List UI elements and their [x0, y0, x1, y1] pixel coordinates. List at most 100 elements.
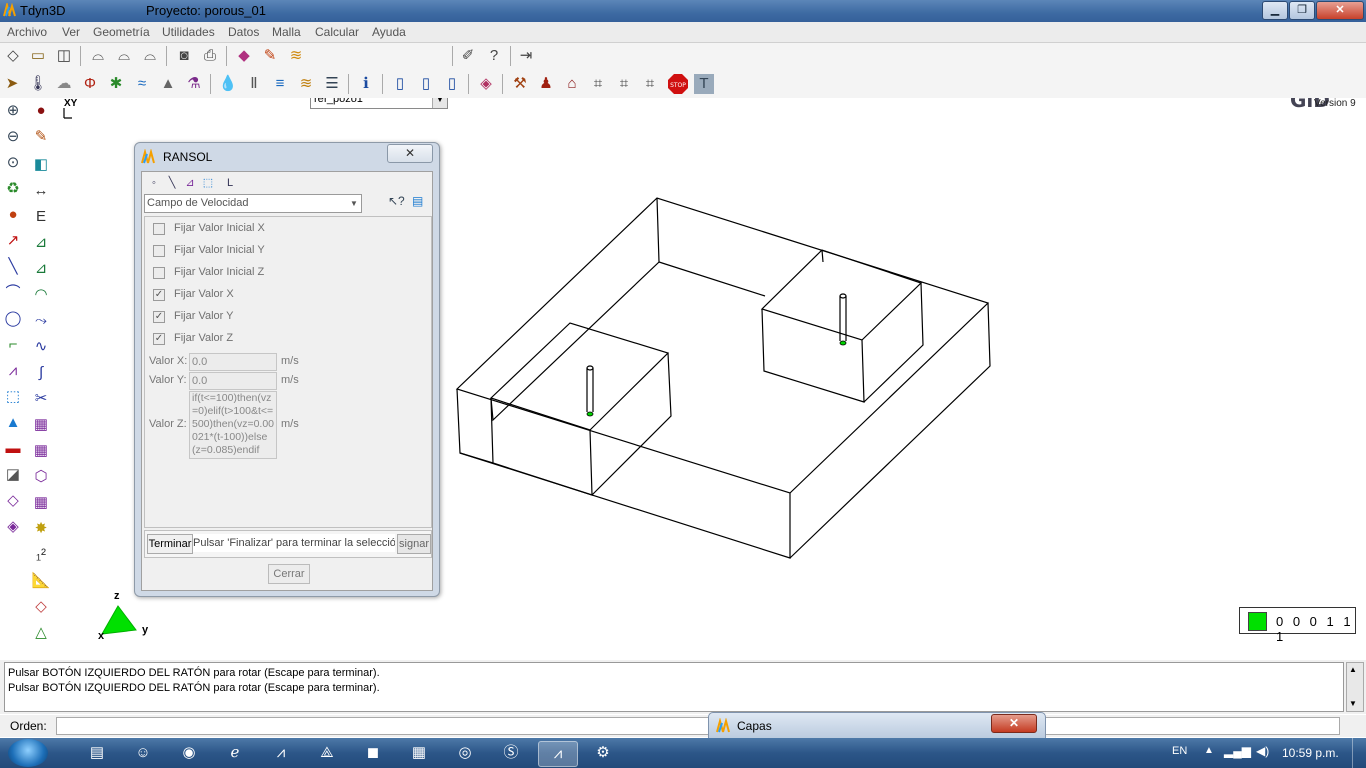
- menu-malla[interactable]: Malla: [272, 25, 301, 39]
- menu-ayuda[interactable]: Ayuda: [372, 25, 406, 39]
- point-icon[interactable]: ●: [30, 100, 52, 122]
- checkbox-5[interactable]: ✓: [153, 333, 165, 345]
- checkbox-2[interactable]: [153, 267, 165, 279]
- tdyn-active-icon[interactable]: ⩘: [538, 741, 578, 767]
- number-icon[interactable]: ₁²: [30, 544, 52, 566]
- menu-datos[interactable]: Datos: [228, 25, 259, 39]
- grid-2-icon[interactable]: ▦: [30, 440, 52, 462]
- label-e-icon[interactable]: E: [30, 206, 52, 228]
- grid-4-icon[interactable]: ▦: [30, 492, 52, 514]
- measure-icon[interactable]: ↔: [30, 180, 52, 202]
- doc-1-icon[interactable]: ▯: [390, 74, 410, 94]
- menu-archivo[interactable]: Archivo: [7, 25, 47, 39]
- ruler-icon[interactable]: 📐: [30, 570, 52, 592]
- hammer-icon[interactable]: ⚒: [510, 74, 530, 94]
- flow-icon[interactable]: ≡: [270, 74, 290, 94]
- wave-icon[interactable]: ≈: [132, 74, 152, 94]
- checkbox-0[interactable]: [153, 223, 165, 235]
- heat-icon[interactable]: ≋: [296, 74, 316, 94]
- surface-2-icon[interactable]: ⊿: [30, 258, 52, 280]
- capas-window[interactable]: Capas ✕: [708, 712, 1046, 740]
- chrome-icon[interactable]: ◎: [446, 741, 484, 765]
- print-icon[interactable]: ⎙: [200, 46, 220, 66]
- field-select[interactable]: Campo de Velocidad ▼: [144, 194, 362, 213]
- tab-volume-icon[interactable]: ⬚: [200, 175, 216, 191]
- tab-layer-icon[interactable]: L: [222, 175, 238, 191]
- tdyn-icon[interactable]: ⩘: [262, 741, 300, 765]
- zoom-window-icon[interactable]: ⊙: [2, 152, 24, 174]
- stop-icon[interactable]: STOP: [668, 74, 688, 94]
- app-red-icon[interactable]: ◼: [354, 741, 392, 765]
- arrow-icon[interactable]: ↗: [2, 230, 24, 252]
- console-scrollbar[interactable]: ▲ ▼: [1346, 662, 1364, 712]
- list-icon[interactable]: ◪: [2, 464, 24, 486]
- arc-icon[interactable]: ⌒: [2, 282, 24, 304]
- skype-icon[interactable]: Ⓢ: [492, 741, 530, 765]
- doc-3-icon[interactable]: ▯: [442, 74, 462, 94]
- star-icon[interactable]: ✸: [30, 518, 52, 540]
- grid-3-icon[interactable]: ⬡: [30, 466, 52, 488]
- chart-3-icon[interactable]: ⌗: [640, 74, 660, 94]
- thermometer-icon[interactable]: 🌡: [28, 74, 48, 94]
- checkbox-1[interactable]: [153, 245, 165, 257]
- zoom-icon[interactable]: ⊕: [2, 100, 24, 122]
- pawn-icon[interactable]: ♟: [536, 74, 556, 94]
- surface-1-icon[interactable]: ⊿: [30, 232, 52, 254]
- dialog-close-button[interactable]: ✕: [387, 144, 433, 163]
- new-file-icon[interactable]: ◇: [3, 46, 23, 66]
- solid-icon[interactable]: ⚗: [184, 74, 204, 94]
- capas-close-button[interactable]: ✕: [991, 714, 1037, 733]
- nurbs-icon[interactable]: ⩘: [2, 360, 24, 382]
- tag-icon[interactable]: ◇: [30, 596, 52, 618]
- firefox-icon[interactable]: ◉: [170, 741, 208, 765]
- recycle-icon[interactable]: ♻: [2, 178, 24, 200]
- valy-input[interactable]: 0.0: [189, 372, 277, 390]
- scroll-up-icon[interactable]: ▲: [1349, 665, 1357, 674]
- t-icon[interactable]: T: [694, 74, 714, 94]
- info-icon[interactable]: ℹ: [356, 74, 376, 94]
- tab-surface-icon[interactable]: ⊿: [182, 175, 198, 191]
- material-icon[interactable]: ✱: [106, 74, 126, 94]
- zoom-out-left-icon[interactable]: ⊖: [2, 126, 24, 148]
- users-icon[interactable]: ☺: [124, 741, 162, 765]
- help-icon[interactable]: ?: [484, 46, 504, 66]
- menu-geometria[interactable]: Geometría: [93, 25, 150, 39]
- cloud-icon[interactable]: ☁: [54, 74, 74, 94]
- color-icon[interactable]: ✎: [260, 46, 280, 66]
- menu-calcular[interactable]: Calcular: [315, 25, 359, 39]
- save-icon[interactable]: ◫: [54, 46, 74, 66]
- checkbox-3[interactable]: ✓: [153, 289, 165, 301]
- stream-icon[interactable]: ☰: [322, 74, 342, 94]
- zoom-out-icon[interactable]: ⌓: [114, 46, 134, 66]
- volume-icon[interactable]: ⬚: [2, 386, 24, 408]
- gear-app-icon[interactable]: ⚙: [584, 741, 622, 765]
- drop-icon[interactable]: 💧: [218, 74, 238, 94]
- curve-icon[interactable]: ∿: [30, 336, 52, 358]
- valx-input[interactable]: 0.0: [189, 353, 277, 371]
- zoom-frame-icon[interactable]: ⌓: [140, 46, 160, 66]
- divide-icon[interactable]: ⤳: [30, 310, 52, 332]
- tab-line-icon[interactable]: ╲: [164, 175, 180, 191]
- open-folder-icon[interactable]: ▭: [28, 46, 48, 66]
- copy-icon[interactable]: ◇: [2, 490, 24, 512]
- volume-icon[interactable]: ◀): [1256, 744, 1269, 758]
- orden-input[interactable]: [56, 717, 1340, 735]
- delete-icon[interactable]: ▬: [2, 438, 24, 460]
- start-button[interactable]: [8, 739, 48, 767]
- checkbox-4[interactable]: ✓: [153, 311, 165, 323]
- phi-icon[interactable]: Φ: [80, 74, 100, 94]
- move-icon[interactable]: ◈: [2, 516, 24, 538]
- video-icon[interactable]: ▦: [400, 741, 438, 765]
- mesh-icon[interactable]: ◈: [476, 74, 496, 94]
- clock[interactable]: 10:59 p.m.: [1282, 746, 1339, 760]
- chevron-down-icon[interactable]: ▼: [347, 195, 361, 212]
- column-icon[interactable]: Ⅱ: [244, 74, 264, 94]
- eraser-icon[interactable]: ◧: [30, 154, 52, 176]
- line-icon[interactable]: ╲: [2, 256, 24, 278]
- tray-arrow-icon[interactable]: ▲: [1204, 745, 1214, 756]
- tab-point-icon[interactable]: ◦: [146, 175, 162, 191]
- edit-icon[interactable]: ✎: [30, 126, 52, 148]
- menu-ver[interactable]: Ver: [62, 25, 80, 39]
- chart-1-icon[interactable]: ⌗: [588, 74, 608, 94]
- surface-3-icon[interactable]: ◠: [30, 284, 52, 306]
